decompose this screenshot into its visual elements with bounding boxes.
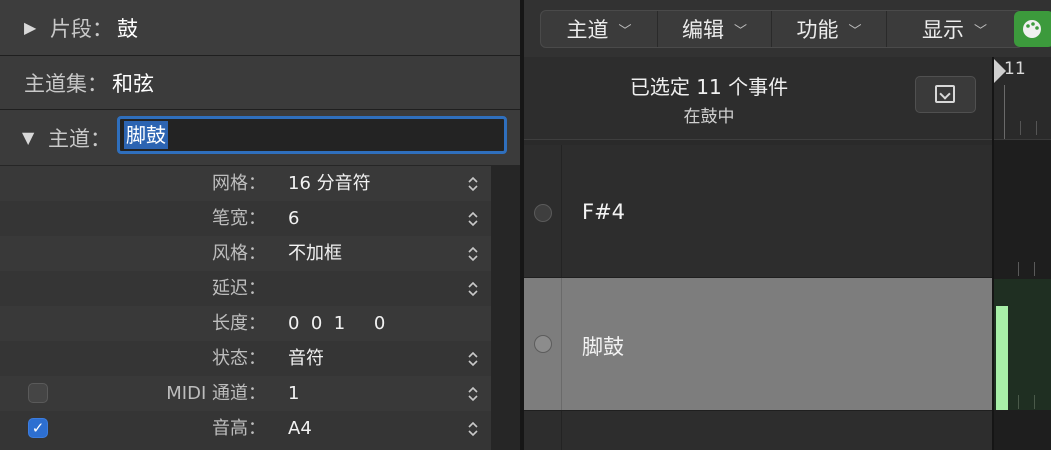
track-row-selected[interactable]: 脚鼓: [524, 278, 992, 411]
lane-tick: [1018, 395, 1019, 409]
ruler-tick: [1020, 121, 1021, 135]
chevron-down-icon: ﹀: [618, 23, 632, 39]
param-row-pen-width[interactable]: 笔宽： 6: [0, 201, 491, 236]
menu-label: 编辑: [681, 18, 724, 42]
stepper-icon[interactable]: [467, 175, 479, 193]
ruler[interactable]: 11: [994, 57, 1051, 140]
track-mute-column: [524, 278, 562, 410]
param-row-grid[interactable]: 网格： 16 分音符: [0, 166, 491, 201]
lane-tick: [1034, 262, 1035, 276]
midi-note-event[interactable]: [996, 306, 1008, 410]
param-value[interactable]: 音符: [288, 341, 324, 376]
param-value[interactable]: 不加框: [288, 236, 342, 271]
track-set-value[interactable]: 和弦: [112, 68, 154, 98]
stepper-icon[interactable]: [467, 280, 479, 298]
stepper-icon[interactable]: [467, 420, 479, 438]
param-row-status[interactable]: 状态： 音符: [0, 341, 491, 376]
inspector-scrollbar[interactable]: [491, 166, 520, 450]
param-row-pitch[interactable]: ✓ 音高： A4: [0, 411, 491, 446]
selection-header: 已选定 11 个事件 在鼓中: [524, 57, 992, 140]
menu-functions-button[interactable]: 功能 ﹀: [772, 11, 887, 47]
menu-group: 主道 ﹀ 编辑 ﹀ 功能 ﹀ 显示 ﹀: [540, 10, 1023, 48]
param-row-style[interactable]: 风格： 不加框: [0, 236, 491, 271]
param-value[interactable]: 16 分音符: [288, 166, 371, 201]
chevron-down-icon: ﹀: [973, 23, 987, 39]
param-label: 延迟：: [212, 278, 266, 299]
track-name: 脚鼓: [582, 335, 624, 359]
track-name-input[interactable]: 脚鼓: [117, 116, 507, 154]
ruler-tick: [1036, 121, 1037, 135]
ruler-bar-number: 11: [1004, 59, 1026, 79]
param-label: 笔宽：: [212, 208, 266, 229]
param-label: 网格：: [212, 173, 266, 194]
stepper-icon[interactable]: [467, 385, 479, 403]
track-row[interactable]: [524, 411, 992, 450]
midi-channel-checkbox[interactable]: [28, 383, 48, 403]
param-label: 风格：: [212, 243, 266, 264]
param-label: 音高：: [212, 418, 266, 439]
param-label: 状态：: [212, 348, 266, 369]
selection-context-subtitle: 在鼓中: [683, 107, 735, 127]
menu-label: 功能: [796, 18, 839, 42]
param-row-midi-channel[interactable]: MIDI 通道： 1: [0, 376, 491, 411]
param-list: 网格： 16 分音符 笔宽： 6 风格： 不加框 延迟： 长度： 0 0 1 0…: [0, 166, 491, 450]
track-set-label: 主道集：: [24, 71, 108, 96]
track-row[interactable]: F#4: [524, 145, 992, 278]
menu-view-button[interactable]: 显示 ﹀: [887, 11, 1022, 47]
stepper-icon[interactable]: [467, 350, 479, 368]
track-name-selected-text[interactable]: 脚鼓: [124, 121, 168, 149]
menu-label: 主道: [566, 18, 609, 42]
editor-toolbar: 主道 ﹀ 编辑 ﹀ 功能 ﹀ 显示 ﹀: [524, 0, 1051, 58]
selection-count-title: 已选定 11 个事件: [629, 75, 789, 99]
lane-tick: [1034, 395, 1035, 409]
disclosure-triangle-down-icon[interactable]: ▼: [22, 128, 40, 147]
drum-editor: 主道 ﹀ 编辑 ﹀ 功能 ﹀ 显示 ﹀ 已选定 11 个事件 在鼓中 F#4 脚…: [524, 0, 1051, 450]
drum-inspector: ▶ 片段： 鼓 主道集： 和弦 ▼ 主道： 脚鼓 网格： 16 分音符 笔宽： …: [0, 0, 520, 450]
ruler-tick: [1004, 85, 1005, 139]
param-value[interactable]: 1: [288, 376, 299, 411]
param-label: MIDI 通道：: [166, 383, 266, 404]
collapse-button[interactable]: [915, 76, 976, 113]
track-mute-dot-icon[interactable]: [534, 204, 552, 222]
segment-label: 片段：: [50, 16, 113, 41]
checkmark-icon: ✓: [31, 419, 45, 437]
chevron-down-icon: ﹀: [848, 23, 862, 39]
stepper-icon[interactable]: [467, 210, 479, 228]
param-value[interactable]: 0 0 1 0: [288, 306, 385, 341]
track-mute-column: [524, 145, 562, 277]
lane-tick: [1018, 262, 1019, 276]
chevron-box-icon: [935, 85, 955, 103]
segment-value: 鼓: [117, 16, 138, 41]
segment-header[interactable]: ▶ 片段： 鼓: [0, 0, 520, 56]
palette-button[interactable]: [1014, 11, 1051, 47]
track-set-row[interactable]: 主道集： 和弦: [0, 56, 520, 110]
chevron-down-icon: ﹀: [733, 23, 747, 39]
disclosure-triangle-right-icon[interactable]: ▶: [24, 18, 42, 37]
param-row-length[interactable]: 长度： 0 0 1 0: [0, 306, 491, 341]
stepper-icon[interactable]: [467, 245, 479, 263]
pitch-checkbox[interactable]: ✓: [28, 418, 48, 438]
param-value[interactable]: A4: [288, 411, 312, 446]
menu-track-button[interactable]: 主道 ﹀: [541, 11, 658, 47]
menu-edit-button[interactable]: 编辑 ﹀: [658, 11, 772, 47]
param-row-delay[interactable]: 延迟：: [0, 271, 491, 306]
main-track-label: 主道：: [48, 126, 111, 151]
track-mute-dot-icon[interactable]: [534, 335, 552, 353]
menu-label: 显示: [921, 18, 964, 42]
palette-icon: [1023, 20, 1041, 38]
param-value[interactable]: 6: [288, 201, 299, 236]
timeline-area[interactable]: 11: [992, 57, 1051, 450]
track-mute-column: [524, 411, 562, 450]
track-name: F#4: [582, 200, 626, 224]
param-label: 长度：: [212, 313, 266, 334]
